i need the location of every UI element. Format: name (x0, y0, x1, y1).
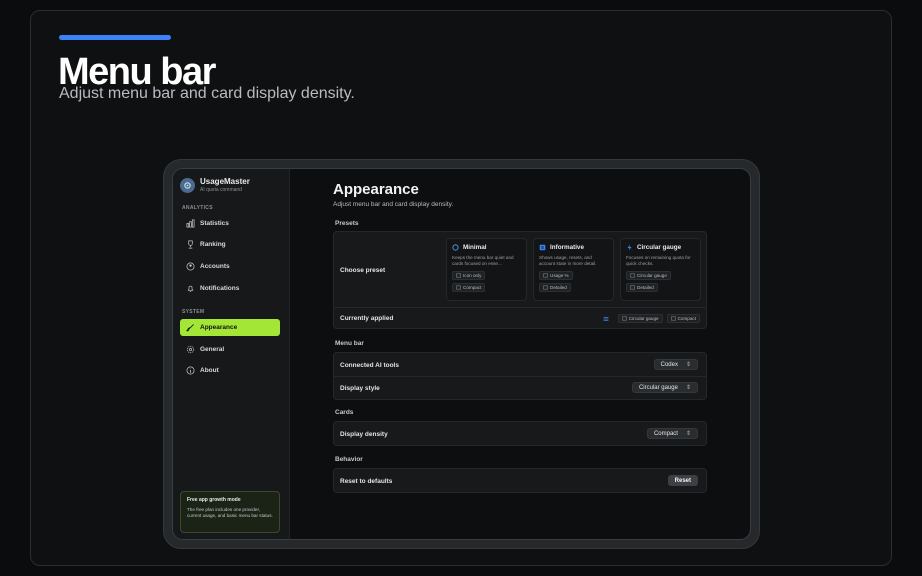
chevron-updown-icon: ⇕ (685, 362, 691, 368)
sidebar-item-accounts[interactable]: Accounts (180, 258, 280, 275)
bell-icon (187, 285, 194, 292)
sidebar-item-appearance[interactable]: Appearance (180, 319, 280, 336)
promo-title: Free app growth mode (187, 497, 241, 503)
preset-chip: Compact (452, 283, 486, 292)
sidebar-item-label: Accounts (200, 263, 230, 270)
group-label-behavior: Behavior (335, 456, 363, 463)
hero-subtitle: Adjust menu bar and card display density… (59, 85, 355, 102)
app-header: UsageMaster AI quota command (180, 177, 250, 194)
connected-tools-select[interactable]: Codex ⇕ (653, 359, 698, 370)
tag-icon (630, 273, 635, 278)
reset-defaults-label: Reset to defaults (340, 477, 393, 485)
chevron-updown-icon: ⇕ (685, 385, 691, 391)
bar-chart-icon (186, 219, 195, 228)
display-style-label: Display style (340, 385, 380, 392)
list-icon (539, 244, 546, 251)
bolt-icon (627, 244, 632, 251)
display-style-row: Display style Circular gauge ⇕ (334, 377, 706, 400)
sidebar: UsageMaster AI quota command ANALYTICS S… (173, 169, 290, 539)
tag-icon (456, 285, 461, 290)
preset-chip: Detailed (539, 283, 571, 292)
page-title: Appearance (333, 181, 419, 198)
sidebar-item-label: About (200, 367, 219, 374)
preset-card-minimal[interactable]: Minimal Keeps the menu bar quiet and car… (446, 238, 527, 301)
tag-icon (456, 273, 461, 278)
preset-name: Circular gauge (637, 244, 682, 251)
trophy-icon (188, 240, 193, 249)
brush-icon (186, 324, 194, 332)
group-label-presets: Presets (335, 220, 359, 227)
list-icon (603, 316, 609, 321)
applied-chip: Circular gauge (617, 314, 663, 323)
app-subtitle: AI quota command (200, 187, 242, 193)
app-logo-icon (180, 178, 195, 193)
sidebar-item-label: Notifications (200, 285, 240, 292)
sidebar-item-about[interactable]: About (180, 362, 280, 379)
select-value: Circular gauge (638, 384, 678, 391)
app-window: UsageMaster AI quota command ANALYTICS S… (172, 168, 751, 540)
app-name: UsageMaster (200, 177, 250, 186)
tag-icon (543, 273, 548, 278)
sidebar-item-statistics[interactable]: Statistics (180, 215, 280, 232)
chevron-updown-icon: ⇕ (685, 431, 691, 437)
applied-chip: Compact (666, 314, 700, 323)
group-label-menu-bar: Menu bar (335, 340, 364, 347)
menu-bar-card: Connected AI tools Codex ⇕ Display style… (333, 352, 707, 400)
select-value: Codex (660, 361, 678, 368)
page-subtitle: Adjust menu bar and card display density… (333, 201, 454, 208)
preset-description: Focuses on remaining quota for quick che… (626, 255, 691, 266)
connected-tools-row: Connected AI tools Codex ⇕ (334, 353, 706, 377)
sidebar-item-general[interactable]: General (180, 341, 280, 358)
currently-applied-label: Currently applied (340, 315, 394, 322)
display-style-select[interactable]: Circular gauge ⇕ (631, 382, 698, 393)
reset-button[interactable]: Reset (667, 475, 698, 486)
section-label-analytics: ANALYTICS (182, 205, 213, 211)
preset-name: Informative (550, 244, 584, 251)
promo-body: The free plan includes one provider, cur… (187, 507, 273, 518)
tag-icon (670, 316, 676, 321)
display-density-select[interactable]: Compact ⇕ (646, 428, 698, 439)
preset-name: Minimal (463, 244, 487, 251)
behavior-card: Reset to defaults Reset (333, 468, 707, 493)
tag-icon (621, 316, 627, 321)
main-content: Appearance Adjust menu bar and card disp… (290, 169, 750, 539)
tag-icon (543, 285, 548, 290)
preset-chip: Circular gauge (626, 271, 671, 280)
currently-applied-row: Currently applied Circular gauge Compact (334, 308, 706, 329)
preset-description: Keeps the menu bar quiet and cards focus… (452, 255, 514, 266)
section-label-system: SYSTEM (182, 309, 205, 315)
preset-chip: Detailed (626, 283, 658, 292)
choose-preset-label: Choose preset (340, 266, 386, 274)
sidebar-item-ranking[interactable]: Ranking (180, 236, 280, 253)
preset-card-informative[interactable]: Informative Shows usage, resets, and acc… (533, 238, 614, 301)
sidebar-item-label: Statistics (200, 220, 229, 227)
preset-card-circular-gauge[interactable]: Circular gauge Focuses on remaining quot… (620, 238, 701, 301)
sidebar-item-label: General (200, 346, 225, 353)
group-label-cards: Cards (335, 409, 354, 416)
display-density-label: Display density (340, 430, 388, 438)
promo-card: Free app growth mode The free plan inclu… (180, 491, 280, 533)
preset-chip: Icon only (452, 271, 486, 280)
info-icon (186, 366, 195, 375)
tag-icon (630, 285, 635, 290)
preset-chip: Usage % (539, 271, 573, 280)
gear-icon (186, 345, 195, 354)
circle-icon (452, 244, 459, 251)
connected-tools-label: Connected AI tools (340, 361, 399, 369)
presets-card: Choose preset Minimal Keeps the menu bar… (333, 231, 707, 329)
preset-description: Shows usage, resets, and account state i… (539, 255, 597, 266)
user-circle-icon (186, 262, 195, 271)
accent-bar (59, 35, 171, 40)
device-frame: UsageMaster AI quota command ANALYTICS S… (163, 159, 760, 549)
sidebar-item-label: Ranking (200, 241, 226, 248)
sidebar-item-notifications[interactable]: Notifications (180, 280, 280, 297)
reset-defaults-row: Reset to defaults Reset (334, 469, 706, 493)
cards-card: Display density Compact ⇕ (333, 421, 707, 446)
sidebar-item-label: Appearance (200, 324, 238, 331)
display-density-row: Display density Compact ⇕ (334, 422, 706, 446)
select-value: Compact (653, 430, 678, 437)
